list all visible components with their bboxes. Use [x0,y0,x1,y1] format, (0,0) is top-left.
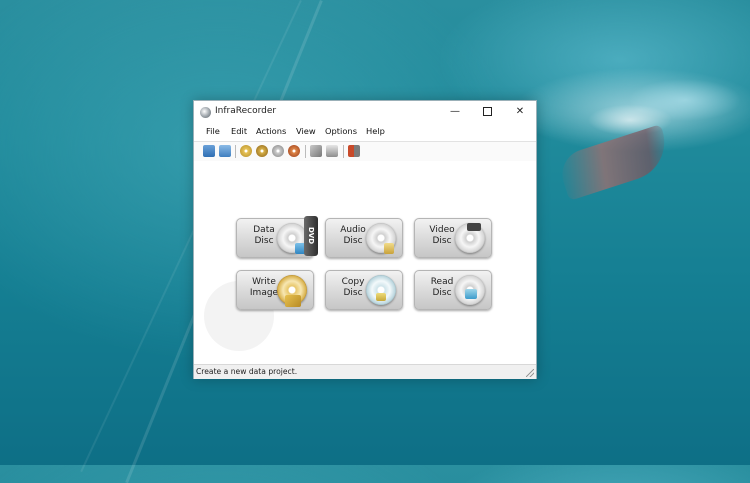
window-title: InfraRecorder [215,106,277,116]
toolbar-separator [343,145,344,158]
menu-edit[interactable]: Edit [231,126,247,136]
read-disc-button[interactable]: Read Disc [414,270,492,310]
dvd-toggle[interactable]: DVD [304,216,318,256]
copy-disc-button[interactable]: Copy Disc [325,270,403,310]
status-text: Create a new data project. [196,367,298,376]
write-image-button[interactable]: Write Image [236,270,314,310]
menu-bar: File Edit Actions View Options Help [194,124,536,140]
manage-tracks-icon[interactable] [272,145,284,157]
arrow-icon [465,289,477,299]
maximize-button[interactable] [472,101,502,123]
zip-icon [285,295,301,307]
status-bar: Create a new data project. [194,364,536,379]
audio-disc-button[interactable]: Audio Disc [325,218,403,258]
minimize-button[interactable]: — [440,101,470,123]
tools-icon[interactable] [310,145,322,157]
resize-grip[interactable] [526,369,534,377]
menu-view[interactable]: View [296,126,316,136]
dvd-logo-icon [467,223,481,231]
data-disc-button[interactable]: Data Disc [236,218,314,258]
toolbar-separator [305,145,306,158]
app-disc-icon [200,107,211,118]
menu-file[interactable]: File [206,126,220,136]
maximize-icon [482,106,492,116]
exit-icon[interactable] [348,145,360,157]
title-bar[interactable]: InfraRecorder — ✕ [194,101,536,123]
menu-help[interactable]: Help [366,126,385,136]
content-area [194,161,536,363]
video-disc-button[interactable]: Video Disc [414,218,492,258]
burn-image-icon[interactable] [240,145,252,157]
menu-options[interactable]: Options [325,126,357,136]
drive-icon[interactable] [326,145,338,157]
arrow-icon [376,293,386,301]
music-note-icon [384,243,394,254]
menu-actions[interactable]: Actions [256,126,286,136]
toolbar [194,141,536,162]
close-button[interactable]: ✕ [505,101,535,123]
toolbar-separator [235,145,236,158]
new-project-icon[interactable] [203,145,215,157]
copy-disc-icon[interactable] [256,145,268,157]
open-project-icon[interactable] [219,145,231,157]
erase-disc-icon[interactable] [288,145,300,157]
